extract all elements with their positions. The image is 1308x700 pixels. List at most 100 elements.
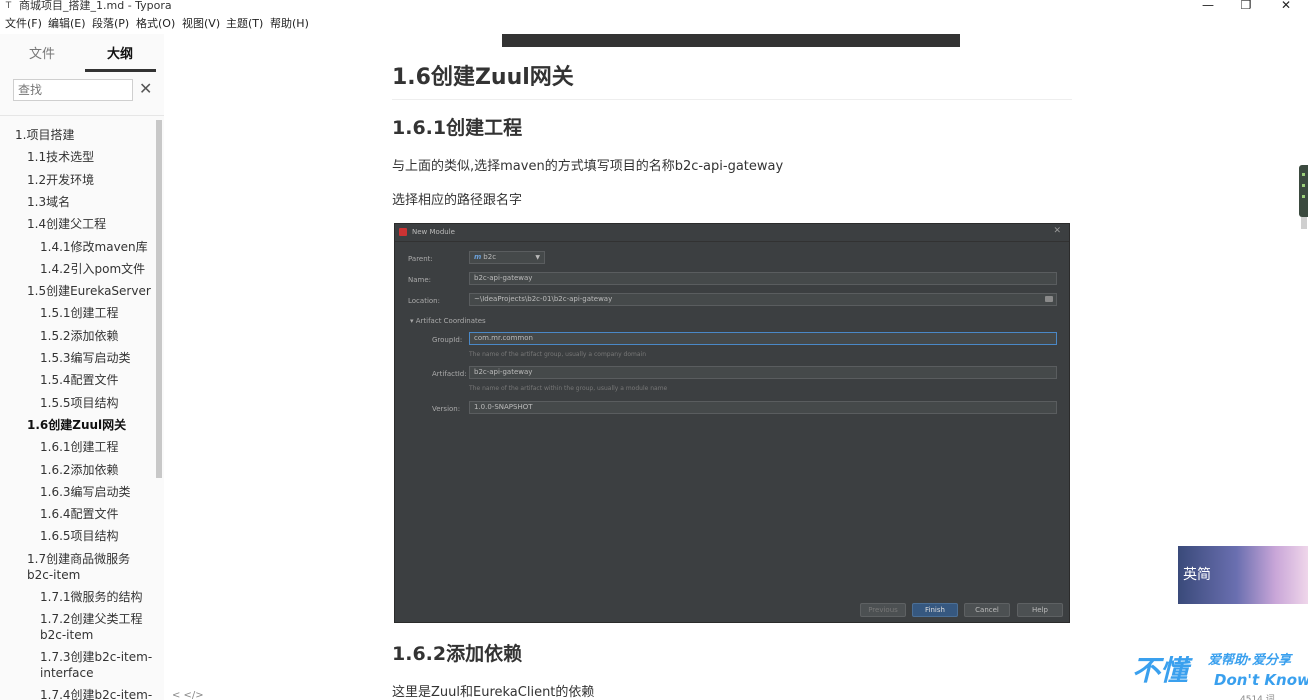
outline-scrollbar[interactable]: [156, 120, 162, 478]
menu-format[interactable]: 格式(O): [136, 17, 175, 31]
side-widget-tab[interactable]: [1299, 165, 1308, 217]
outline-item[interactable]: 1.5.2添加依赖: [40, 328, 119, 344]
site-watermark-logo: 不懂 爱帮助·爱分享 Don't Know: [1132, 651, 1308, 700]
content-scrollbar[interactable]: [1301, 217, 1307, 229]
menu-file[interactable]: 文件(F): [5, 17, 42, 31]
menu-theme[interactable]: 主题(T): [226, 17, 263, 31]
groupid-field: com.mr.common: [469, 332, 1057, 345]
outline-item[interactable]: 1.5.5项目结构: [40, 395, 119, 411]
outline-item-label: 1.6.5项目结构: [40, 529, 119, 544]
dialog-close-icon: ✕: [1053, 226, 1061, 236]
outline-item-label: 1.7.4创建b2c-item-: [40, 688, 153, 700]
outline-item-label: 1.6.4配置文件: [40, 507, 119, 522]
outline-item[interactable]: 1.6.4配置文件: [40, 506, 119, 522]
menu-edit[interactable]: 编辑(E): [48, 17, 86, 31]
outline-item[interactable]: 1.7.2创建父类工程 b2c-item: [40, 611, 143, 643]
restore-button[interactable]: ❐: [1226, 0, 1266, 14]
outline-item[interactable]: 1.2开发环境: [27, 172, 94, 188]
paragraph-dependencies: 这里是Zuul和EurekaClient的依赖: [392, 685, 595, 700]
window-title: 商城项目_搭建_1.md - Typora: [19, 0, 172, 12]
outline-item[interactable]: 1.6.3编写启动类: [40, 484, 131, 500]
outline-item[interactable]: 1.7.4创建b2c-item-: [40, 687, 152, 700]
location-label: Location:: [408, 297, 440, 305]
folder-icon: [1045, 296, 1053, 302]
tab-files[interactable]: 文件: [7, 46, 77, 64]
outline-item[interactable]: 1.6.5项目结构: [40, 528, 119, 544]
version-field: 1.0.0-SNAPSHOT: [469, 401, 1057, 414]
outline-item-label: 1.3域名: [27, 194, 71, 209]
outline-item-label: 1.6.3编写启动类: [40, 484, 131, 499]
outline-list: 1.项目搭建 1.1技术选型 1.2开发环境 1.3域名 1.4创建父工程 1.4.1修改…: [0, 122, 156, 700]
outline-item-label: 1.5.2添加依赖: [40, 328, 119, 343]
watermark-big-text: 不懂: [1132, 654, 1189, 687]
outline-item-label: 1.项目搭建: [15, 128, 75, 142]
tab-outline[interactable]: 大纲: [85, 46, 155, 64]
artifactid-label: ArtifactId:: [432, 370, 467, 378]
title-bar: T 商城项目_搭建_1.md - Typora — ❐ ✕: [0, 0, 1308, 14]
outline-item[interactable]: 1.4.2引入pom文件: [40, 261, 145, 277]
heading-add-dependencies: 1.6.2添加依赖: [392, 643, 523, 665]
search-clear-icon[interactable]: ✕: [139, 79, 152, 99]
parent-label: Parent:: [408, 255, 433, 263]
artifact-coordinates-section: ▾ Artifact Coordinates: [410, 317, 486, 325]
outline-item[interactable]: 1.4.1修改maven库: [40, 239, 148, 255]
outline-item[interactable]: 1.6.1创建工程: [40, 439, 119, 455]
outline-item[interactable]: 1.1技术选型: [27, 149, 94, 165]
dialog-title-bar: New Module ✕: [395, 224, 1069, 242]
outline-item[interactable]: 1.7.3创建b2c-item-interface: [40, 649, 152, 681]
outline-item[interactable]: 1.7.1微服务的结构: [40, 589, 143, 605]
outline-item[interactable]: 1.7创建商品微服务 b2c-item: [27, 551, 130, 583]
watermark-english: Don't Know: [1214, 671, 1308, 689]
parent-value: b2c: [483, 253, 497, 261]
maven-module-icon: m: [474, 253, 482, 261]
outline-search-input[interactable]: [13, 79, 133, 101]
outline-item-label: 1.4.2引入pom文件: [40, 261, 146, 276]
editor-content: 1.6创建Zuul网关 1.6.1创建工程 与上面的类似,选择maven的方式填…: [164, 34, 1308, 700]
outline-item[interactable]: 1.6.2添加依赖: [40, 462, 119, 478]
outline-item-label: 1.5.3编写启动类: [40, 351, 131, 365]
groupid-hint: The name of the artifact group, usually …: [469, 351, 646, 358]
chevron-down-icon: ▼: [535, 254, 540, 261]
name-field: b2c-api-gateway: [469, 272, 1057, 285]
outline-item[interactable]: 1.4创建父工程: [27, 216, 106, 232]
previous-image-bottom: [502, 34, 960, 47]
outline-item[interactable]: 1.6创建Zuul网关: [27, 417, 126, 433]
outline-item[interactable]: 1.5.3编写启动类: [40, 350, 131, 366]
outline-item-label: 1.4.1修改maven库: [40, 239, 148, 254]
new-module-dialog-image: New Module ✕ Parent: m b2c ▼ Name: b2c-ap…: [394, 223, 1070, 623]
artifactid-hint: The name of the artifact within the grou…: [469, 385, 668, 392]
groupid-label: GroupId:: [432, 336, 463, 344]
heading-rule: [392, 99, 1072, 100]
outline-item-label: 1.7.1微服务的结构: [40, 589, 143, 604]
close-button[interactable]: ✕: [1266, 0, 1306, 14]
parent-select: m b2c ▼: [469, 251, 545, 264]
outline-item[interactable]: 1.5.4配置文件: [40, 372, 119, 388]
location-field: ~\IdeaProjects\b2c-01\b2c-api-gateway: [469, 293, 1057, 306]
promo-banner[interactable]: 英简: [1178, 546, 1308, 604]
promo-text: 英简: [1183, 567, 1211, 583]
outline-item-label: 1.7.3创建b2c-item-: [40, 650, 153, 664]
dialog-title: New Module: [412, 228, 455, 236]
sidebar: 文件 大纲 ✕ 1.项目搭建 1.1技术选型 1.2开发环境 1.3域名 1.4创建父工…: [0, 34, 164, 700]
outline-item[interactable]: 1.项目搭建: [15, 127, 74, 143]
minimize-button[interactable]: —: [1188, 0, 1228, 14]
menu-view[interactable]: 视图(V): [182, 17, 220, 31]
outline-item-label: 1.5.5项目结构: [40, 395, 119, 410]
tab-active-indicator: [85, 69, 156, 72]
outline-item-label: 1.7创建商品微服务: [27, 551, 131, 566]
outline-item[interactable]: 1.5创建EurekaServer: [27, 283, 151, 299]
watermark-slogan: 爱帮助·爱分享: [1208, 653, 1291, 668]
heading-zuul-gateway: 1.6创建Zuul网关: [392, 65, 574, 90]
previous-button: Previous: [860, 603, 906, 617]
outline-item-label-line2: b2c-item: [27, 567, 81, 582]
menu-help[interactable]: 帮助(H): [270, 17, 309, 31]
help-button: Help: [1017, 603, 1063, 617]
outline-item[interactable]: 1.3域名: [27, 194, 70, 210]
artifactid-field: b2c-api-gateway: [469, 366, 1057, 379]
paragraph-path: 选择相应的路径跟名字: [392, 193, 523, 208]
outline-item-label: 1.4创建父工程: [27, 217, 107, 232]
outline-item-label: 1.6创建Zuul网关: [27, 417, 127, 432]
menu-paragraph[interactable]: 段落(P): [92, 17, 129, 31]
outline-item[interactable]: 1.5.1创建工程: [40, 305, 119, 321]
outline-item-label: 1.5.1创建工程: [40, 306, 119, 321]
